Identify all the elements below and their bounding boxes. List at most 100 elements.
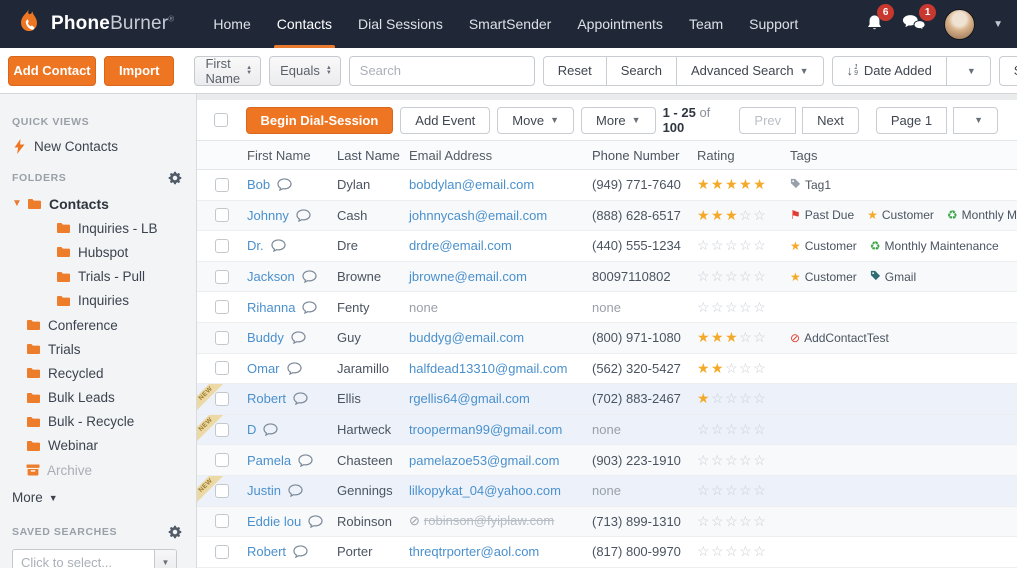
chat-bubble-icon[interactable]	[277, 178, 292, 191]
folder-item-bulk-leads[interactable]: Bulk Leads	[0, 386, 196, 410]
search-input[interactable]	[349, 56, 535, 86]
row-checkbox[interactable]	[215, 239, 229, 253]
folder-item-bulk-recycle[interactable]: Bulk - Recycle	[0, 410, 196, 434]
search-field-select[interactable]: First Name ▲▼	[194, 56, 261, 86]
advanced-search-button[interactable]: Advanced Search▼	[676, 56, 824, 86]
nav-item-support[interactable]: Support	[736, 0, 811, 48]
contact-email-link[interactable]: threqtrporter@aol.com	[409, 544, 539, 559]
messages-button[interactable]: 1	[902, 13, 926, 35]
contact-first-name-link[interactable]: Johnny	[247, 208, 289, 223]
row-checkbox[interactable]	[215, 392, 229, 406]
chat-bubble-icon[interactable]	[308, 515, 323, 528]
row-checkbox[interactable]	[215, 423, 229, 437]
row-checkbox[interactable]	[215, 208, 229, 222]
nav-item-team[interactable]: Team	[676, 0, 736, 48]
contact-first-name-link[interactable]: Bob	[247, 177, 270, 192]
contact-first-name-link[interactable]: Robert	[247, 544, 286, 559]
contact-first-name-link[interactable]: Pamela	[247, 453, 291, 468]
row-checkbox[interactable]	[215, 514, 229, 528]
row-checkbox[interactable]	[215, 453, 229, 467]
folder-item-inquiries-lb[interactable]: Inquiries - LB	[0, 216, 196, 240]
row-checkbox[interactable]	[215, 300, 229, 314]
folder-item-recycled[interactable]: Recycled	[0, 361, 196, 385]
next-page-button[interactable]: Next	[802, 107, 859, 134]
phoneburner-logo[interactable]: PhoneBurner®	[14, 8, 174, 40]
nav-item-dial-sessions[interactable]: Dial Sessions	[345, 0, 456, 48]
nav-item-appointments[interactable]: Appointments	[564, 0, 676, 48]
select-all-checkbox[interactable]	[214, 113, 228, 127]
folder-item-hubspot[interactable]: Hubspot	[0, 240, 196, 264]
add-contact-button[interactable]: Add Contact	[8, 56, 96, 86]
contact-first-name-link[interactable]: Buddy	[247, 330, 284, 345]
contact-email-link[interactable]: jbrowne@email.com	[409, 269, 527, 284]
folder-item-conference[interactable]: Conference	[0, 313, 196, 337]
contact-email-link[interactable]: johnnycash@email.com	[409, 208, 547, 223]
account-menu-caret-icon[interactable]: ▼	[993, 19, 1003, 30]
row-checkbox[interactable]	[215, 545, 229, 559]
contact-first-name-link[interactable]: Robert	[247, 391, 286, 406]
add-event-button[interactable]: Add Event	[400, 107, 490, 134]
chat-bubble-icon[interactable]	[263, 423, 278, 436]
sidebar-item-new-contacts[interactable]: New Contacts	[0, 134, 196, 163]
contact-email-link[interactable]: buddyg@email.com	[409, 330, 524, 345]
more-actions-button[interactable]: More▼	[581, 107, 656, 134]
folders-settings-gear-icon[interactable]	[168, 171, 182, 185]
contact-first-name-link[interactable]: Rihanna	[247, 300, 295, 315]
contact-first-name-link[interactable]: Jackson	[247, 269, 295, 284]
page-select-button[interactable]: Page 1	[876, 107, 947, 134]
row-checkbox[interactable]	[215, 331, 229, 345]
folder-item-trials[interactable]: Trials	[0, 337, 196, 361]
saved-searches-select[interactable]: Click to select... ▼	[12, 549, 177, 568]
prev-page-button[interactable]: Prev	[739, 107, 796, 134]
contact-email-link[interactable]: halfdead13310@gmail.com	[409, 361, 567, 376]
folder-item-inquiries[interactable]: Inquiries	[0, 289, 196, 313]
search-operator-select[interactable]: Equals ▲▼	[269, 56, 341, 86]
chat-bubble-icon[interactable]	[288, 484, 303, 497]
chat-bubble-icon[interactable]	[271, 239, 286, 252]
row-checkbox[interactable]	[215, 270, 229, 284]
folders-more-button[interactable]: More ▼	[0, 484, 196, 509]
sort-direction-caret-button[interactable]: ▼	[946, 56, 991, 86]
chat-bubble-icon[interactable]	[302, 301, 317, 314]
folder-item-contacts[interactable]: ▼Contacts	[0, 191, 196, 216]
show-per-page-button[interactable]: Show 25▼	[999, 56, 1017, 86]
row-checkbox[interactable]	[215, 484, 229, 498]
folder-item-webinar[interactable]: Webinar	[0, 434, 196, 458]
row-checkbox[interactable]	[215, 361, 229, 375]
contact-email-link[interactable]: bobdylan@email.com	[409, 177, 534, 192]
folder-item-archive[interactable]: Archive	[0, 458, 196, 482]
chat-bubble-icon[interactable]	[302, 270, 317, 283]
chat-bubble-icon[interactable]	[291, 331, 306, 344]
contact-email-link[interactable]: trooperman99@gmail.com	[409, 422, 562, 437]
saved-searches-settings-gear-icon[interactable]	[168, 525, 182, 539]
sort-by-button[interactable]: ↓19 Date Added	[832, 56, 947, 86]
move-button[interactable]: Move▼	[497, 107, 574, 134]
chat-bubble-icon[interactable]	[293, 545, 308, 558]
begin-dial-session-button[interactable]: Begin Dial-Session	[246, 107, 394, 134]
import-button[interactable]: Import	[104, 56, 174, 86]
nav-item-smartsender[interactable]: SmartSender	[456, 0, 564, 48]
row-checkbox[interactable]	[215, 178, 229, 192]
notifications-button[interactable]: 6	[865, 13, 884, 36]
chat-bubble-icon[interactable]	[298, 454, 313, 467]
contact-email-link[interactable]: lilkopykat_04@yahoo.com	[409, 483, 561, 498]
contact-first-name-link[interactable]: Dr.	[247, 238, 264, 253]
nav-item-contacts[interactable]: Contacts	[264, 0, 345, 48]
chat-bubble-icon[interactable]	[296, 209, 311, 222]
nav-item-home[interactable]: Home	[200, 0, 263, 48]
contact-first-name-link[interactable]: Eddie lou	[247, 514, 301, 529]
contact-first-name-link[interactable]: Omar	[247, 361, 280, 376]
contact-first-name-link[interactable]: D	[247, 422, 256, 437]
contact-email-link[interactable]: pamelazoe53@gmail.com	[409, 453, 560, 468]
contact-email-link[interactable]: drdre@email.com	[409, 238, 512, 253]
user-avatar[interactable]	[944, 9, 975, 40]
contact-first-name-link[interactable]: Justin	[247, 483, 281, 498]
contact-email-link[interactable]: rgellis64@gmail.com	[409, 391, 530, 406]
folder-item-trials-pull[interactable]: Trials - Pull	[0, 265, 196, 289]
reset-button[interactable]: Reset	[543, 56, 607, 86]
chat-bubble-icon[interactable]	[293, 392, 308, 405]
blocked-email-icon: ⊘	[409, 513, 420, 528]
chat-bubble-icon[interactable]	[287, 362, 302, 375]
page-select-caret-button[interactable]: ▼	[953, 107, 998, 134]
search-button[interactable]: Search	[606, 56, 677, 86]
